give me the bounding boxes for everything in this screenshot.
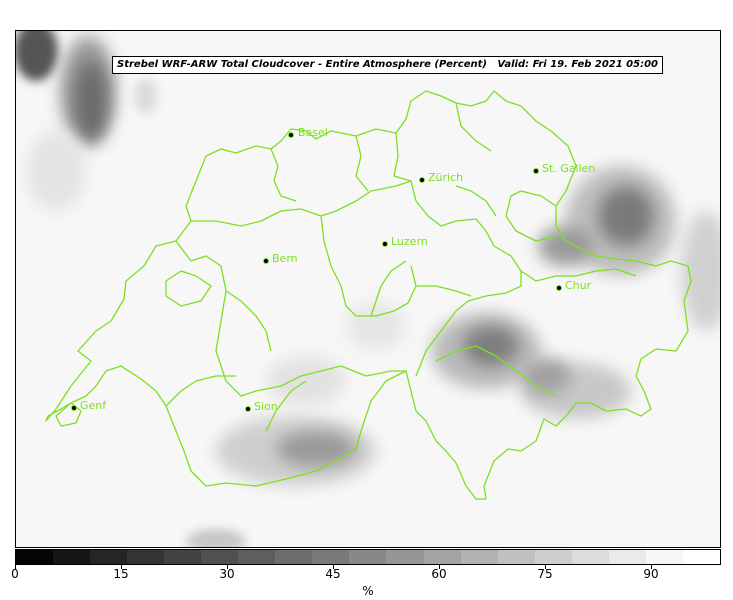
colorbar-swatch [497,550,535,564]
colorbar-swatch [16,550,54,564]
colorbar-swatch [201,550,239,564]
city-label-chur: Chur [565,279,592,292]
tick-label: 90 [643,567,659,581]
colorbar [15,549,721,565]
colorbar-swatch [164,550,202,564]
colorbar-swatch [386,550,424,564]
tick-label: 60 [431,567,447,581]
tick-label: 30 [219,567,235,581]
colorbar-swatch [349,550,387,564]
colorbar-swatch [571,550,609,564]
city-marker-basel [288,132,294,138]
tick-label: 15 [113,567,129,581]
colorbar-swatch [682,550,720,564]
colorbar-swatch [90,550,128,564]
colorbar-unit: % [362,584,374,598]
colorbar-swatch [645,550,683,564]
colorbar-swatch [608,550,646,564]
map-panel: Basel Zürich St. Gallen Luzern Bern Chur… [15,30,721,548]
city-label-luzern: Luzern [391,235,428,248]
city-label-zurich: Zürich [428,171,463,184]
colorbar-swatch [238,550,276,564]
cloud-cover-field [16,31,720,547]
city-marker-st-gallen [533,168,539,174]
colorbar-swatch [275,550,313,564]
colorbar-swatch [534,550,572,564]
colorbar-swatch [423,550,461,564]
city-label-bern: Bern [272,252,298,265]
cloudcover-map: Basel Zürich St. Gallen Luzern Bern Chur… [16,31,720,547]
tick-label: 75 [537,567,553,581]
city-marker-zurich [419,177,425,183]
city-marker-chur [556,285,562,291]
colorbar-swatch [312,550,350,564]
city-label-st-gallen: St. Gallen [542,162,595,175]
city-label-sion: Sion [254,400,278,413]
city-marker-genf [71,405,77,411]
map-title: Strebel WRF-ARW Total Cloudcover - Entir… [112,56,664,74]
title-valid-time: Valid: Fri 19. Feb 2021 05:00 [497,59,659,70]
colorbar-swatch [460,550,498,564]
city-label-genf: Genf [80,399,107,412]
city-marker-luzern [382,241,388,247]
colorbar-swatch [53,550,91,564]
tick-label: 0 [11,567,19,581]
tick-label: 45 [325,567,341,581]
colorbar-swatch [127,550,165,564]
city-marker-sion [245,406,251,412]
city-marker-bern [263,258,269,264]
city-label-basel: Basel [298,126,328,139]
title-main: Strebel WRF-ARW Total Cloudcover - Entir… [117,59,487,70]
